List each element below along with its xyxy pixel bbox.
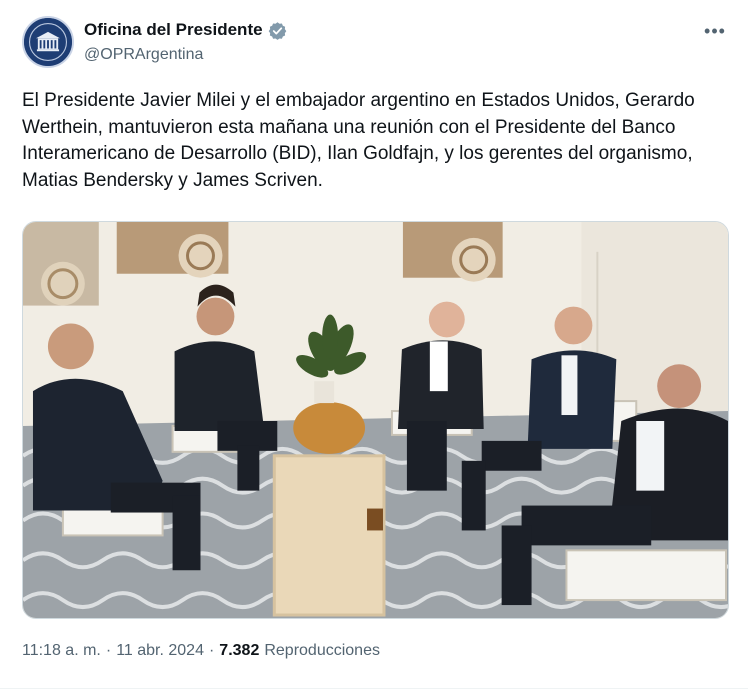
author-avatar[interactable] — [22, 16, 74, 68]
tweet-time[interactable]: 11:18 a. m. — [22, 642, 101, 660]
meta-separator: · — [208, 642, 215, 659]
tweet-header: Oficina del Presidente @OPRArgentina ••• — [22, 16, 728, 70]
meta-separator: · — [105, 642, 112, 659]
views-label[interactable]: Reproducciones — [264, 642, 380, 660]
views-count[interactable]: 7.382 — [219, 642, 259, 660]
more-options-icon[interactable]: ••• — [702, 20, 728, 42]
tweet-text: El Presidente Javier Milei y el embajado… — [22, 90, 695, 191]
divider — [0, 688, 748, 689]
author-handle[interactable]: @OPRArgentina — [84, 46, 287, 64]
tweet-date[interactable]: 11 abr. 2024 — [116, 642, 204, 660]
tweet-photo[interactable] — [22, 221, 729, 619]
tweet-meta: 11:18 a. m. · 11 abr. 2024 · 7.382 Repro… — [22, 642, 380, 660]
author-display-name[interactable]: Oficina del Presidente — [84, 20, 263, 40]
verified-badge-icon[interactable] — [268, 21, 287, 40]
